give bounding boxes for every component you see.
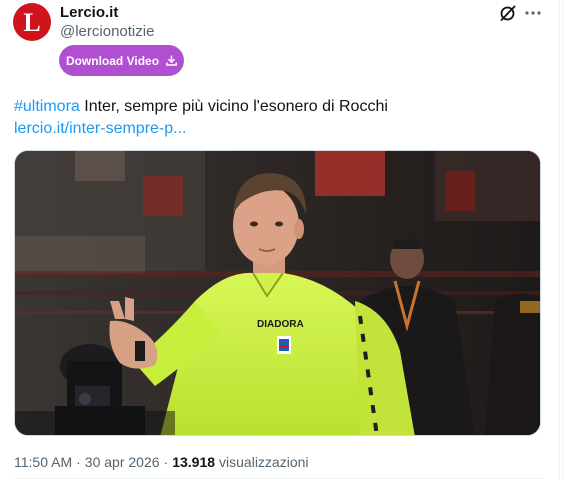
download-video-label: Download Video [65,53,160,68]
tweet-date[interactable]: 30 apr 2026 [85,454,160,470]
download-icon [166,55,178,66]
avatar-logo-letter: L [23,7,41,37]
media-photo[interactable]: DIADORA [14,150,541,436]
user-handle[interactable]: @lercionotizie [60,23,154,40]
tweet-time[interactable]: 11:50 AM [14,454,72,470]
hashtag-link[interactable]: #ultimora [14,98,80,115]
views-count: 13.918 [172,454,216,470]
views-label: visualizzazioni [219,454,309,470]
divider [14,478,544,479]
more-options-icon[interactable] [524,4,542,22]
avatar[interactable]: L [13,3,51,41]
jersey-brand-text: DIADORA [257,319,304,330]
divider [559,0,560,480]
tweet-meta: 11:50 AM · 30 apr 2026 · 13.918 visualiz… [14,454,309,470]
display-name[interactable]: Lercio.it [60,4,118,21]
meta-separator: · [163,454,169,470]
tweet-text: #ultimora Inter, sempre più vicino l'eso… [14,95,544,118]
tweet-card: L Lercio.it @lercionotizie Download Vide… [0,0,563,480]
grok-icon[interactable] [499,4,517,22]
meta-separator: · [76,454,81,470]
tweet-body: Inter, sempre più vicino l'esonero di Ro… [79,98,388,115]
download-video-button[interactable]: Download Video [59,45,184,76]
article-link[interactable]: lercio.it/inter-sempre-p... [14,117,187,140]
